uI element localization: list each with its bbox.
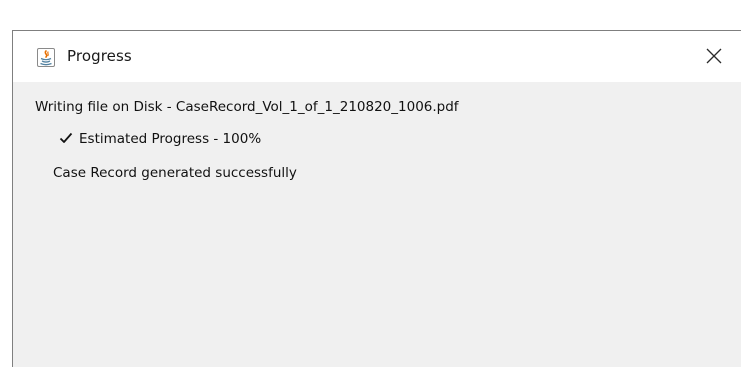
progress-message: Writing file on Disk - CaseRecord_Vol_1_… [35,99,459,115]
progress-dialog: Progress Writing file on Disk - CaseReco… [12,30,741,367]
checkmark-icon [59,131,73,143]
progress-label: Estimated Progress - 100% [79,131,262,147]
status-message: Case Record generated successfully [53,165,297,181]
dialog-content: Writing file on Disk - CaseRecord_Vol_1_… [13,82,741,367]
java-app-icon [37,48,55,67]
close-button[interactable] [699,42,729,70]
dialog-titlebar[interactable]: Progress [13,31,741,82]
close-icon [706,48,722,64]
progress-row: Estimated Progress - 100% [59,130,261,148]
dialog-title: Progress [67,47,132,65]
